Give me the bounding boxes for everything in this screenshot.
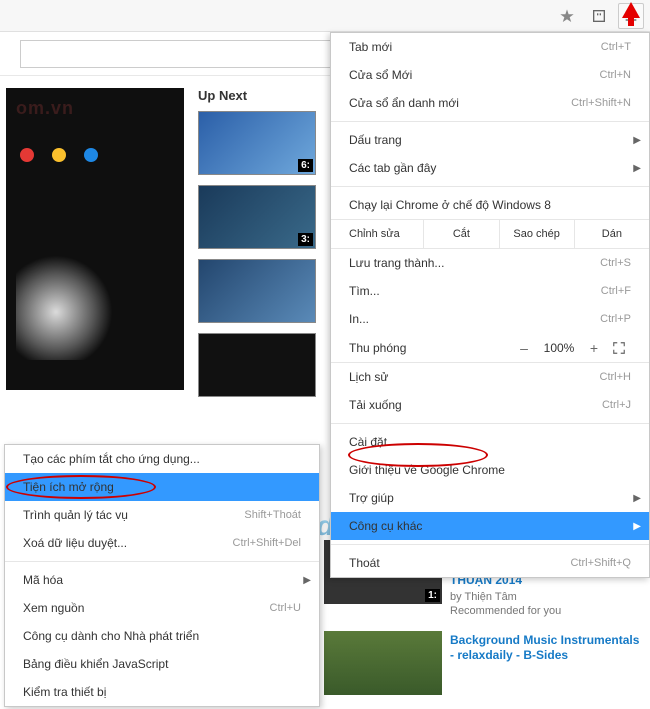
submenu-task-manager[interactable]: Trình quản lý tác vụShift+Thoát (5, 501, 319, 529)
menu-recent-tabs[interactable]: Các tab gần đây▶ (331, 154, 649, 182)
submenu-inspect-devices[interactable]: Kiểm tra thiết bị (5, 678, 319, 706)
browser-toolbar (0, 0, 650, 32)
menu-new-tab[interactable]: Tab mớiCtrl+T (331, 33, 649, 61)
video-thumbnail[interactable]: 3: (198, 185, 316, 249)
video-thumbnail[interactable] (198, 333, 316, 397)
video-title[interactable]: Background Music Instrumentals - relaxda… (450, 633, 644, 664)
video-recommendation[interactable]: Background Music Instrumentals - relaxda… (324, 631, 644, 695)
submenu-create-shortcuts[interactable]: Tạo các phím tắt cho ứng dụng... (5, 445, 319, 473)
zoom-in-button[interactable]: + (581, 340, 607, 356)
menu-zoom-row: Thu phóng – 100% + (331, 333, 649, 363)
menu-help[interactable]: Trợ giúp▶ (331, 484, 649, 512)
menu-about-chrome[interactable]: Giới thiệu về Google Chrome (331, 456, 649, 484)
star-icon[interactable] (554, 3, 580, 29)
video-recommended-label: Recommended for you (450, 605, 644, 617)
menu-exit[interactable]: ThoátCtrl+Shift+Q (331, 549, 649, 577)
menu-bookmarks[interactable]: Dấu trang▶ (331, 126, 649, 154)
submenu-dev-tools[interactable]: Công cụ dành cho Nhà phát triển (5, 622, 319, 650)
chrome-main-menu: Tab mớiCtrl+T Cửa sổ MớiCtrl+N Cửa sổ ẩn… (330, 32, 650, 578)
menu-edit-row: Chỉnh sửa Cắt Sao chép Dán (331, 219, 649, 249)
brand-watermark: om.vn (16, 98, 74, 119)
menu-settings[interactable]: Cài đặt (331, 428, 649, 456)
zoom-out-button[interactable]: – (511, 340, 537, 356)
video-frame-content (16, 240, 116, 360)
menu-incognito[interactable]: Cửa sổ ẩn danh mớiCtrl+Shift+N (331, 89, 649, 117)
more-tools-submenu: Tạo các phím tắt cho ứng dụng... Tiện íc… (4, 444, 320, 707)
menu-more-tools[interactable]: Công cụ khác▶ (331, 512, 649, 540)
submenu-clear-data[interactable]: Xoá dữ liệu duyệt...Ctrl+Shift+Del (5, 529, 319, 557)
submenu-extensions[interactable]: Tiện ích mở rộng (5, 473, 319, 501)
submenu-view-source[interactable]: Xem nguồnCtrl+U (5, 594, 319, 622)
edit-cut[interactable]: Cắt (424, 220, 499, 248)
submenu-js-console[interactable]: Bảng điều khiển JavaScript (5, 650, 319, 678)
video-author: by Thiện Tâm (450, 591, 644, 603)
edit-label: Chỉnh sửa (331, 220, 424, 248)
extension-icon[interactable] (586, 3, 612, 29)
menu-find[interactable]: Tìm...Ctrl+F (331, 277, 649, 305)
zoom-label: Thu phóng (349, 341, 511, 355)
video-thumbnail[interactable]: 6: (198, 111, 316, 175)
edit-paste[interactable]: Dán (575, 220, 649, 248)
zoom-value: 100% (537, 341, 581, 355)
menu-relaunch-windows8[interactable]: Chạy lại Chrome ở chế độ Windows 8 (331, 191, 649, 219)
menu-save-page[interactable]: Lưu trang thành...Ctrl+S (331, 249, 649, 277)
submenu-encoding[interactable]: Mã hóa▶ (5, 566, 319, 594)
video-thumbnail[interactable] (324, 631, 442, 695)
menu-downloads[interactable]: Tải xuốngCtrl+J (331, 391, 649, 419)
hamburger-menu-icon[interactable] (618, 3, 644, 29)
menu-history[interactable]: Lịch sửCtrl+H (331, 363, 649, 391)
decorative-dots (20, 148, 98, 162)
edit-copy[interactable]: Sao chép (500, 220, 575, 248)
video-player[interactable]: om.vn (6, 88, 184, 390)
video-thumbnail[interactable] (198, 259, 316, 323)
video-info: Background Music Instrumentals - relaxda… (450, 631, 644, 695)
fullscreen-icon[interactable] (607, 341, 631, 355)
menu-print[interactable]: In...Ctrl+P (331, 305, 649, 333)
menu-new-window[interactable]: Cửa sổ MớiCtrl+N (331, 61, 649, 89)
